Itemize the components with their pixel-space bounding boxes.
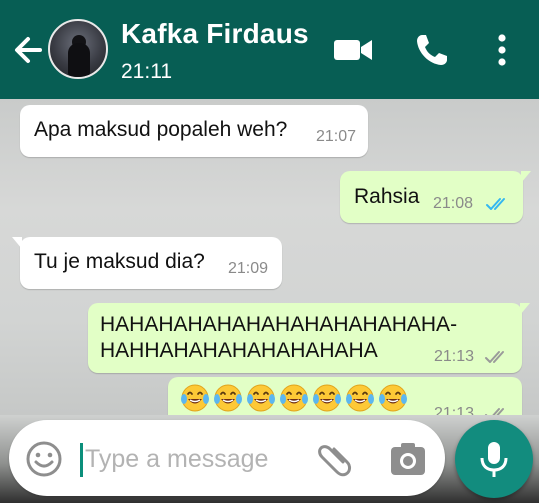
microphone-icon [480, 442, 508, 477]
message-outgoing[interactable]: HAHAHAHAHAHAHAHAHAHAHAHA- HAHHAHAHAHAHAH… [88, 303, 530, 373]
tears-of-joy-emoji-icon [181, 384, 209, 412]
more-options-icon[interactable] [490, 30, 514, 70]
message-text-line: HAHAHAHAHAHAHAHAHAHAHAHA- [100, 313, 458, 336]
tears-of-joy-emoji-icon [313, 384, 341, 412]
message-text-line: HAHHAHAHAHAHAHAHAHA [100, 339, 378, 362]
message-list[interactable]: Apa maksud popaleh weh? 21:07 Rahsia 21:… [0, 99, 539, 415]
message-time: 21:13 [434, 348, 475, 365]
phone-call-icon[interactable] [412, 30, 452, 70]
back-arrow-icon[interactable] [10, 30, 46, 70]
message-text: Apa maksud popaleh weh? [34, 118, 288, 141]
message-incoming[interactable]: Apa maksud popaleh weh? 21:07 [20, 105, 368, 157]
message-outgoing[interactable]: 21:13 [168, 377, 522, 415]
tears-of-joy-emoji-icon [214, 384, 242, 412]
delivered-receipt-icon [485, 408, 504, 415]
message-time: 21:07 [316, 128, 357, 145]
voice-message-button[interactable] [455, 420, 533, 498]
text-cursor [80, 443, 83, 477]
tears-of-joy-emoji-icon [379, 384, 407, 412]
message-text: Rahsia [354, 185, 420, 208]
contact-avatar[interactable] [48, 19, 108, 79]
camera-icon[interactable] [389, 441, 427, 477]
contact-name[interactable]: Kafka Firdaus [121, 18, 309, 50]
delivered-receipt-icon [485, 351, 504, 363]
attachment-icon[interactable] [314, 442, 354, 478]
message-input[interactable] [85, 438, 305, 480]
message-time: 21:09 [228, 260, 269, 277]
composer-bar [0, 415, 539, 503]
message-composer[interactable] [9, 420, 445, 496]
read-receipt-icon [486, 198, 505, 210]
message-time: 21:08 [433, 195, 474, 212]
message-text: Tu je maksud dia? [34, 250, 205, 273]
tears-of-joy-emoji-icon [247, 384, 275, 412]
message-outgoing[interactable]: Rahsia 21:08 [340, 171, 531, 223]
emoji-icon[interactable] [25, 440, 63, 478]
chat-header: Kafka Firdaus 21:11 [0, 0, 539, 99]
message-incoming[interactable]: Tu je maksud dia? 21:09 [12, 237, 282, 289]
last-seen-time: 21:11 [121, 60, 172, 83]
emoji-row [180, 383, 411, 415]
message-time: 21:13 [434, 405, 475, 415]
tears-of-joy-emoji-icon [346, 384, 374, 412]
video-call-icon[interactable] [332, 30, 374, 70]
tears-of-joy-emoji-icon [280, 384, 308, 412]
